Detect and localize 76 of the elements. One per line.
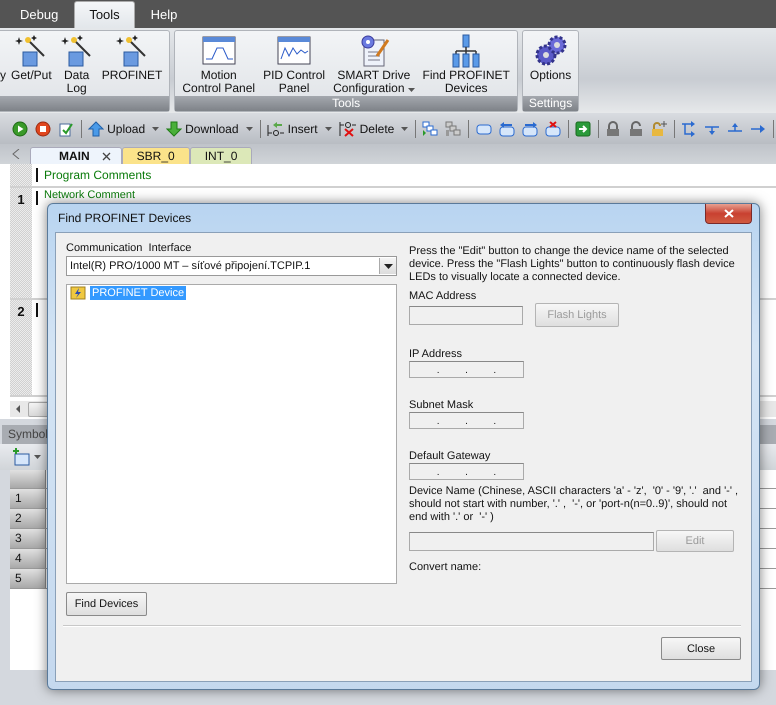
corner-header [10,470,46,488]
download-button[interactable]: Download [163,118,242,140]
lock-icon [604,120,621,136]
panel-title: Symbol [8,427,48,441]
blocks-icon [445,120,462,136]
insert-icon [266,120,285,136]
menu-tab[interactable]: Tools [74,1,135,28]
branch-icon [680,120,697,136]
field-label: MAC Address [409,289,478,303]
play-icon [12,120,28,136]
ribbon-button[interactable]: Get/Put [8,31,55,96]
dropdown-arrow-icon [384,264,392,268]
network-number: 1 [17,192,25,209]
editor-tab[interactable]: SBR_0 [122,147,190,164]
network-number: 2 [17,304,25,321]
upload-button[interactable]: Upload [85,118,148,140]
input-field[interactable] [409,306,523,324]
ribbon-button[interactable]: PROFINET [98,31,166,96]
blocks-icon [422,120,438,136]
group-title-bar: Settings [522,96,578,111]
row-header: 2 [10,509,46,528]
gutter [10,164,32,186]
editor-tab[interactable]: INT_0 [190,147,252,164]
row-header: 4 [10,549,46,568]
unlock-icon [628,120,644,136]
scroll-left-icon[interactable] [12,149,20,159]
ribbon-button[interactable]: y [0,31,6,96]
row-header: 3 [10,529,46,548]
instructions-text: Press the "Edit" button to change the device name of the selected device. Press the "Flash Lights" button to continuously flash device LEDs to visually locate a connected device. [409,245,736,284]
row-header: 5 [10,569,46,588]
gears-icon [534,34,568,68]
box-delete-icon [544,120,561,136]
folder-lightning-icon [70,286,86,300]
arrow-down-icon [166,120,182,136]
field-label: Subnet Mask [409,398,474,412]
unlock-icon [650,120,667,136]
dropdown-arrow-icon [34,455,41,459]
field-label: Default Gateway [409,449,492,463]
close-icon[interactable] [102,152,111,160]
dialog-title: Find PROFINET Devices [58,211,192,225]
interface-dropdown[interactable]: Intel(R) PRO/1000 MT – síťové připojení.TCPIP.1 [66,256,397,276]
menu-tab[interactable]: Help [136,2,192,28]
box-arrow-icon [498,120,515,136]
network-comment: Network Comment [44,189,136,201]
delete-icon [338,120,357,136]
device-name-field[interactable] [409,532,654,550]
row-header: 1 [10,489,46,508]
stop-icon [35,120,51,136]
close-icon [724,209,734,218]
ip-address-field[interactable]: . . . [409,463,524,480]
field-label: IP Address [409,347,463,361]
close-button[interactable] [705,204,752,224]
convert-name-label: Convert name: [409,560,482,574]
box-arrow-icon [522,120,538,136]
close-button[interactable]: Close [661,637,741,660]
ribbon-button[interactable]: Data Log [56,31,97,96]
ribbon-button[interactable]: PID Control Panel [260,31,328,96]
delete-button[interactable]: Delete [336,118,398,140]
field-label: Communication Interface [66,241,192,255]
find-devices-button[interactable]: Find Devices [66,592,147,616]
add-table-icon[interactable] [12,448,30,466]
ribbon-button[interactable]: SMART Drive Configuration [330,31,418,96]
ribbon-button[interactable]: Find PROFINET Devices [420,31,513,96]
insert-button[interactable]: Insert [264,118,321,140]
ip-address-field[interactable]: . . . [409,361,524,378]
program-comment: Program Comments [44,168,152,182]
clipboard-check-icon [58,120,74,136]
arrow-square-icon [574,120,591,136]
ribbon-button[interactable]: Motion Control Panel [179,31,258,96]
ip-address-field[interactable]: . . . [409,412,524,429]
ribbon-button[interactable]: Options [526,31,574,96]
arrow-up-icon [88,120,104,136]
group-title-bar: Tools [175,96,517,111]
device-name-label: Device Name (Chinese, ASCII characters 'a' - 'z', '0' - '9', '.' and '-' , should not start with number, '.' , '-', or 'port-n(n=0..9)', should not end with '.' or '-' ) [409,485,740,524]
menu-tab[interactable]: Debug [6,2,72,28]
editor-tab[interactable]: MAIN [30,147,122,164]
